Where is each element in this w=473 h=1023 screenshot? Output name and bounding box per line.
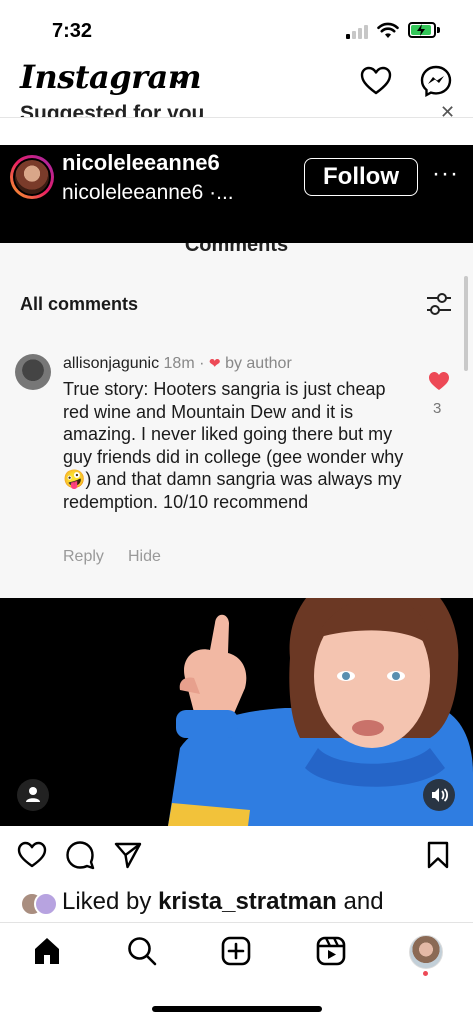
liked-by-avatar (34, 892, 58, 916)
heart-icon[interactable] (360, 66, 392, 96)
more-options-icon[interactable]: ··· (432, 160, 459, 188)
profile-notification-dot (423, 971, 428, 976)
share-icon[interactable] (113, 840, 143, 870)
video-person-image (168, 598, 473, 826)
post-video[interactable] (0, 598, 473, 826)
like-heart-icon[interactable] (17, 841, 47, 869)
search-icon[interactable] (126, 935, 158, 967)
comments-scrollbar (464, 276, 468, 371)
post-subtitle[interactable]: nicoleleeanne6 ·... (62, 181, 234, 205)
sound-icon[interactable] (423, 779, 455, 811)
comments-title: Comments (184, 243, 289, 255)
messenger-icon[interactable] (419, 64, 453, 98)
liked-by-text[interactable]: Liked by krista_stratman and (62, 888, 384, 916)
comments-more-icon: ··· (428, 243, 446, 252)
profile-avatar[interactable] (409, 935, 443, 969)
follow-button[interactable]: Follow (304, 158, 418, 196)
all-comments-label: All comments (20, 294, 139, 314)
create-icon[interactable] (220, 935, 252, 967)
reply-link: Reply (63, 548, 104, 565)
home-indicator (152, 1006, 322, 1012)
suggested-for-you-label: Suggested for you (20, 102, 205, 118)
comment-like-count: 3 (433, 400, 442, 417)
comment-author: allisonjagunic (63, 355, 160, 372)
comment-time: 18m (163, 355, 195, 372)
author-heart-icon: ❤ (208, 355, 221, 371)
post-username[interactable]: nicoleleeanne6 (62, 150, 220, 176)
suggested-close-icon[interactable]: ✕ (440, 102, 455, 118)
comment-meta: allisonjagunic 18m · ❤ by author (63, 355, 292, 372)
cellular-signal-icon (346, 25, 370, 39)
comment-like-heart-icon (429, 372, 449, 390)
hide-link: Hide (128, 548, 161, 565)
comment-text: True story: Hooters sangria is just chea… (63, 379, 404, 512)
chevron-down-icon[interactable] (172, 76, 186, 86)
comment-avatar (15, 354, 51, 390)
status-time: 7:32 (52, 20, 93, 42)
comment-icon[interactable] (65, 840, 95, 870)
reels-icon[interactable] (315, 935, 347, 967)
liked-by-user[interactable]: krista_stratman (158, 888, 337, 915)
by-author-label: by author (225, 355, 292, 372)
wifi-icon (377, 22, 399, 38)
avatar[interactable] (15, 160, 49, 194)
user-tag-icon[interactable] (17, 779, 49, 811)
filter-icon (427, 293, 451, 315)
home-icon[interactable] (31, 935, 63, 967)
battery-icon (408, 22, 436, 38)
save-bookmark-icon[interactable] (425, 840, 451, 870)
